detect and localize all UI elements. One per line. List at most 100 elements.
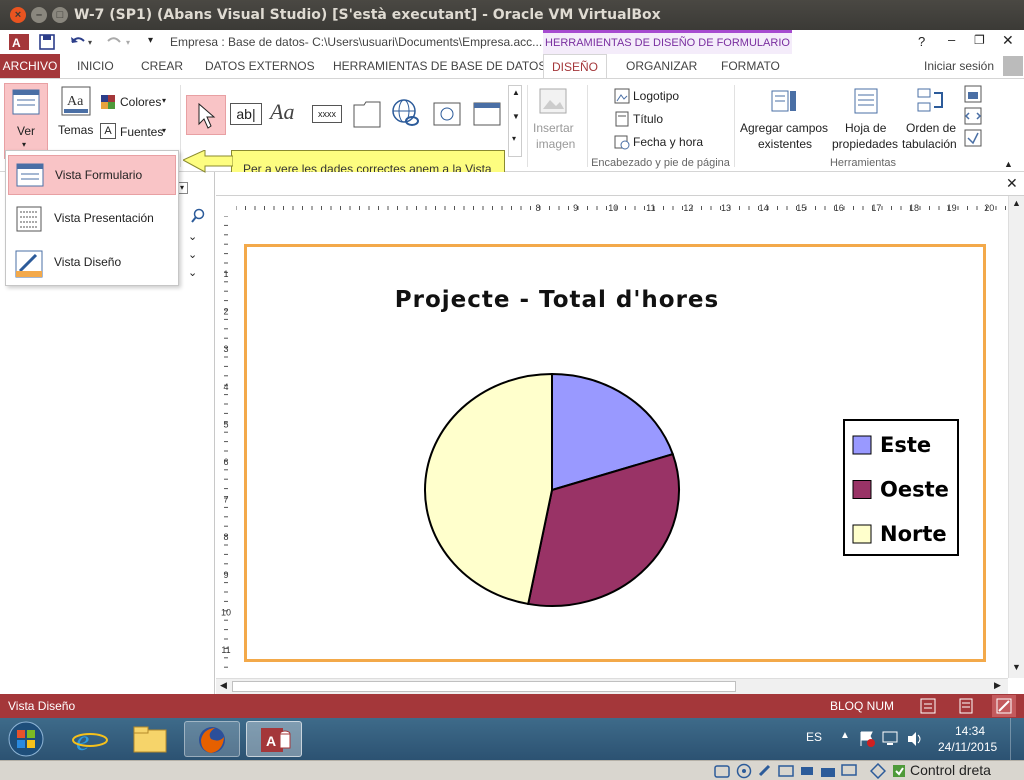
tab-organizar[interactable]: ORGANIZAR	[626, 54, 697, 78]
undo-icon[interactable]: ▾	[68, 33, 98, 51]
tab-crear[interactable]: CREAR	[141, 54, 183, 78]
legend-swatch	[852, 435, 872, 455]
language-indicator[interactable]: ES	[806, 730, 822, 744]
horizontal-scrollbar[interactable]: ◀ ▶	[216, 678, 1008, 694]
menu-item-vista-diseno[interactable]: Vista Diseño	[8, 243, 176, 283]
vertical-scrollbar[interactable]: ▲ ▼	[1008, 196, 1024, 678]
search-icon[interactable]	[190, 208, 206, 224]
palette-icon	[101, 95, 115, 109]
fuentes-chevron-icon: ▾	[162, 126, 167, 135]
scroll-thumb[interactable]	[232, 681, 736, 692]
ruler-label-v: 7	[223, 495, 228, 505]
redo-icon[interactable]: ▾	[106, 33, 136, 51]
chevron-down-icon[interactable]: ⌄	[188, 248, 197, 261]
avatar[interactable]	[1003, 56, 1023, 76]
tab-herramientas-bd[interactable]: HERRAMIENTAS DE BASE DE DATOS	[333, 54, 546, 78]
firefox-taskbar-button[interactable]	[184, 721, 240, 757]
tab-archivo[interactable]: ARCHIVO	[0, 54, 60, 78]
titulo-button[interactable]: Título	[614, 110, 724, 128]
view-code-icon[interactable]	[964, 107, 982, 125]
minimize-app-button[interactable]: –	[948, 32, 955, 47]
internet-explorer-icon[interactable]: e	[70, 722, 110, 756]
menu-item-vista-formulario[interactable]: Vista Formulario	[8, 155, 176, 195]
hyperlink-icon[interactable]	[390, 97, 422, 129]
close-app-button[interactable]: ✕	[1002, 32, 1014, 49]
textbox-tool-button[interactable]: ab|	[230, 103, 262, 125]
maximize-icon[interactable]: □	[52, 7, 68, 23]
collapse-ribbon-icon[interactable]: ▲	[1004, 159, 1013, 169]
show-desktop-button[interactable]	[1010, 718, 1024, 760]
tab-diseno[interactable]: DISEÑO	[543, 54, 607, 79]
window-titlebar: × – □ W-7 (SP1) (Abans Visual Studio) [S…	[0, 0, 1024, 30]
label-tool-button[interactable]: Aa	[270, 99, 294, 125]
usb-icon[interactable]	[799, 763, 815, 779]
keyboard-capture-icon[interactable]	[891, 763, 907, 779]
file-explorer-icon[interactable]	[130, 724, 170, 754]
restore-app-button[interactable]: ❐	[974, 33, 985, 47]
chevron-down-icon[interactable]: ⌄	[188, 230, 197, 243]
insert-image-button[interactable]: Insertar imagen	[530, 87, 580, 157]
network-icon[interactable]	[882, 730, 902, 748]
tray-expand-icon[interactable]: ▲	[840, 730, 850, 741]
tab-inicio[interactable]: INICIO	[77, 54, 114, 78]
hard-disk-icon[interactable]	[714, 763, 730, 779]
fuentes-button[interactable]: A Fuentes ▾	[100, 123, 172, 141]
web-browser-icon[interactable]	[432, 101, 462, 127]
volume-icon[interactable]	[906, 730, 924, 748]
help-button[interactable]: ?	[918, 34, 925, 49]
logotipo-button[interactable]: Logotipo	[614, 87, 724, 105]
gallery-scroll[interactable]: ▲ ▼ ▾	[508, 85, 522, 157]
fecha-hora-button[interactable]: Fecha y hora	[614, 133, 724, 151]
close-document-icon[interactable]: ✕	[1006, 175, 1018, 192]
convert-macros-icon[interactable]	[964, 129, 982, 147]
display-icon[interactable]	[841, 763, 857, 779]
minimize-icon[interactable]: –	[31, 7, 47, 23]
ruler-label-h: 16	[834, 203, 844, 213]
layout-view-status-icon[interactable]	[958, 698, 974, 714]
customize-qat-icon[interactable]: ▾	[148, 35, 153, 46]
windows-taskbar: e A ES ▲ 14:34 24/11/2015	[0, 718, 1024, 760]
temas-button[interactable]: Aa Temas	[58, 83, 96, 143]
network-adapter-icon[interactable]	[778, 763, 794, 779]
orden-tabulacion-button[interactable]: Orden de tabulación	[902, 87, 962, 157]
group-encabezado-label: Encabezado y pie de página	[591, 157, 730, 169]
mouse-integration-icon[interactable]	[870, 763, 886, 779]
document-path: Empresa : Base de datos- C:\Users\usuari…	[170, 35, 543, 49]
tab-formato[interactable]: FORMATO	[721, 54, 780, 78]
ruler-label-v: 6	[223, 457, 228, 467]
chart-object[interactable]: Projecte - Total d'hores Este Oeste Norte	[244, 244, 986, 662]
shared-folders-icon[interactable]	[820, 763, 836, 779]
action-center-icon[interactable]	[858, 730, 876, 748]
start-button-icon[interactable]	[6, 720, 46, 758]
clock-date[interactable]: 24/11/2015	[938, 740, 997, 754]
hoja-propiedades-button[interactable]: Hoja de propiedades	[832, 87, 902, 157]
clock-time[interactable]: 14:34	[955, 724, 985, 738]
svg-text:e: e	[76, 724, 89, 756]
button-tool-button[interactable]: xxxx	[312, 105, 342, 123]
ruler-label-h: 15	[796, 203, 806, 213]
form-view-status-icon[interactable]	[920, 698, 936, 714]
host-key-label: Control dreta	[910, 762, 991, 778]
colores-button[interactable]: Colores ▾	[100, 93, 172, 111]
ver-button[interactable]: Ver ▾	[4, 83, 48, 159]
design-view-status-button[interactable]	[992, 695, 1016, 717]
ribbon-tabs: ARCHIVO INICIO CREAR DATOS EXTERNOS HERR…	[0, 54, 1024, 79]
close-icon[interactable]: ×	[10, 7, 26, 23]
access-taskbar-button[interactable]: A	[246, 721, 302, 757]
menu-item-label: Vista Presentación	[54, 211, 154, 225]
tab-datos-externos[interactable]: DATOS EXTERNOS	[205, 54, 315, 78]
view-icon	[12, 89, 40, 115]
save-icon[interactable]	[38, 33, 56, 51]
chevron-down-icon[interactable]: ⌄	[188, 266, 197, 279]
select-tool-button[interactable]	[186, 95, 226, 135]
signin-link[interactable]: Iniciar sesión	[924, 54, 994, 78]
agregar-campos-button[interactable]: Agregar campos existentes	[738, 87, 830, 157]
navigation-control-icon[interactable]	[472, 101, 502, 127]
tab-control-icon[interactable]	[352, 99, 382, 129]
optical-drive-icon[interactable]	[736, 763, 752, 779]
menu-item-vista-presentacion[interactable]: Vista Presentación	[8, 199, 176, 239]
ruler-label-h: 12	[683, 203, 693, 213]
access-app-icon[interactable]: A	[8, 32, 30, 52]
subform-icon[interactable]	[964, 85, 982, 103]
audio-icon[interactable]	[757, 763, 773, 779]
